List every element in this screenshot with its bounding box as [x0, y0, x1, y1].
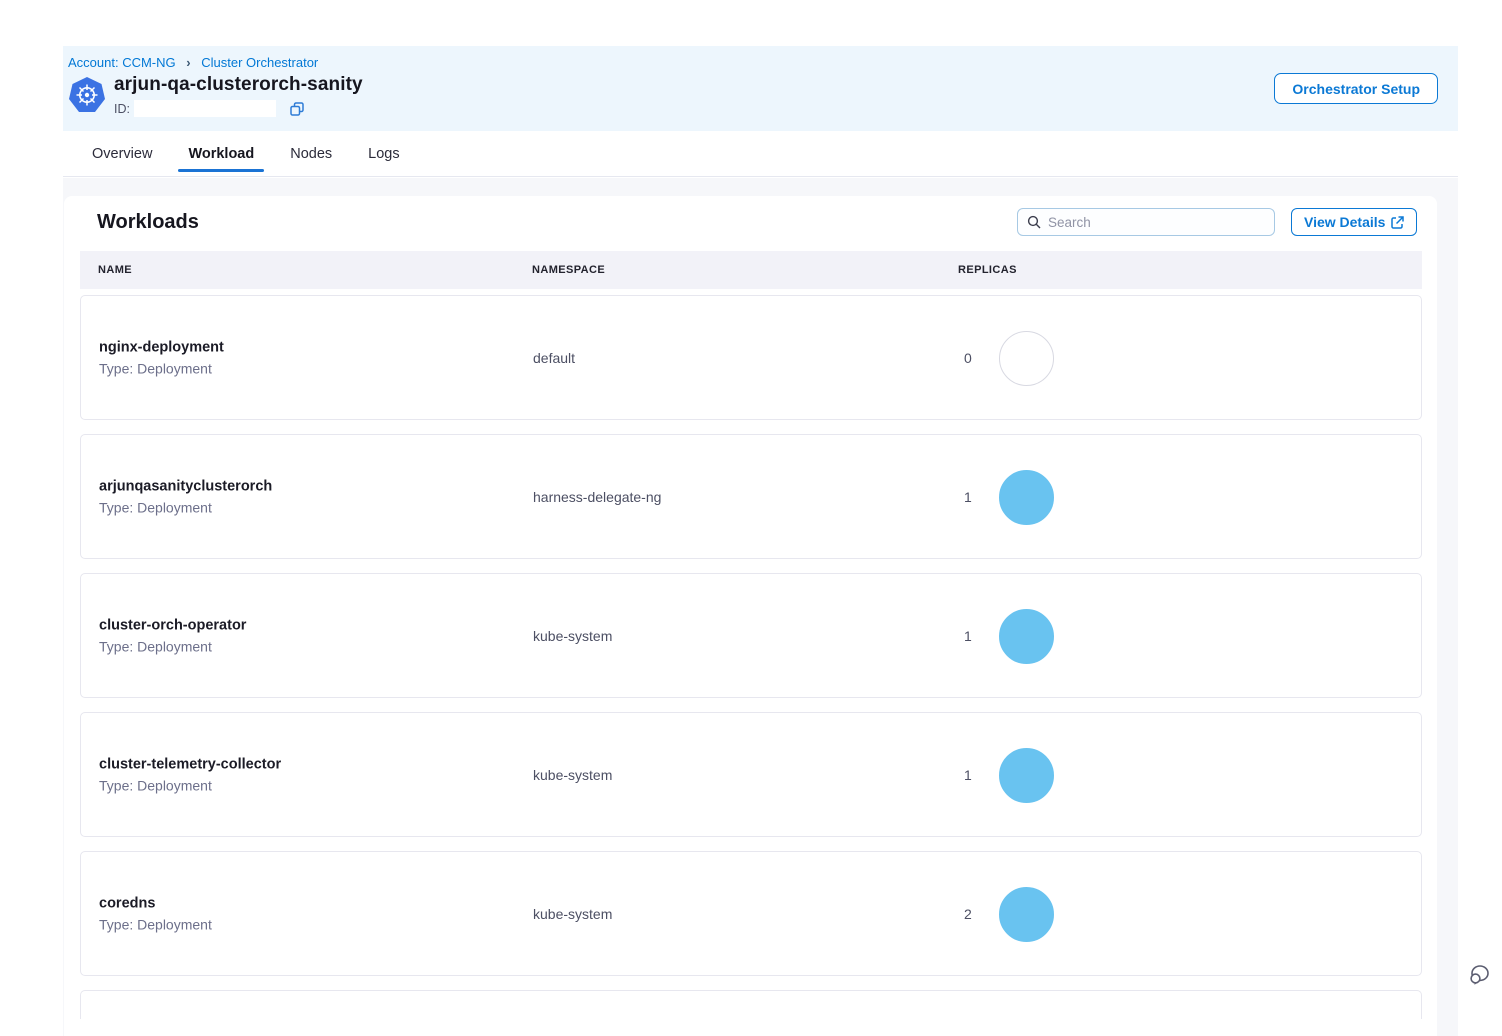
workloads-table-body: nginx-deployment Type: Deployment defaul…: [80, 295, 1422, 1033]
cluster-title-row: arjun-qa-clusterorch-sanity ID:: [68, 74, 363, 117]
workload-name: cluster-orch-operator: [99, 617, 246, 633]
cluster-id-redacted-value: [134, 100, 276, 117]
replicas-status-circle: [999, 887, 1054, 942]
workload-name-cell: coredns Type: Deployment: [99, 895, 212, 932]
table-row[interactable]: [80, 990, 1422, 1019]
table-row[interactable]: nginx-deployment Type: Deployment defaul…: [80, 295, 1422, 420]
workload-name: cluster-telemetry-collector: [99, 756, 281, 772]
search-input[interactable]: [1048, 215, 1265, 230]
table-row[interactable]: cluster-telemetry-collector Type: Deploy…: [80, 712, 1422, 837]
app-window: Account: CCM-NG › Cluster Orchestrator: [0, 0, 1502, 1036]
column-header-name: NAME: [98, 251, 132, 289]
workload-replicas-count: 1: [964, 489, 972, 505]
workload-type: Type: Deployment: [99, 499, 272, 515]
workload-name: nginx-deployment: [99, 339, 224, 355]
external-link-icon: [1391, 216, 1404, 229]
kubernetes-icon: [68, 76, 106, 114]
column-header-replicas: REPLICAS: [958, 251, 1017, 289]
cluster-id-label: ID:: [114, 102, 130, 116]
tab-nodes[interactable]: Nodes: [278, 131, 344, 177]
table-row[interactable]: coredns Type: Deployment kube-system 2: [80, 851, 1422, 976]
workload-replicas-count: 0: [964, 350, 972, 366]
workload-namespace: kube-system: [533, 906, 612, 922]
copy-icon[interactable]: [290, 102, 304, 116]
workload-replicas-count: 1: [964, 767, 972, 783]
replicas-status-circle: [999, 470, 1054, 525]
workloads-title: Workloads: [97, 211, 199, 234]
cluster-id-row: ID:: [114, 100, 363, 117]
cluster-header: Account: CCM-NG › Cluster Orchestrator: [63, 46, 1458, 131]
cluster-title-block: arjun-qa-clusterorch-sanity ID:: [114, 74, 363, 117]
view-details-button[interactable]: View Details: [1291, 208, 1417, 236]
column-header-namespace: NAMESPACE: [532, 251, 605, 289]
workload-type: Type: Deployment: [99, 360, 224, 376]
main-content: Workloads View Details: [63, 178, 1458, 1036]
replicas-status-circle: [999, 748, 1054, 803]
workload-name: arjunqasanityclusterorch: [99, 478, 272, 494]
chat-icon[interactable]: [1466, 960, 1494, 988]
orchestrator-setup-button[interactable]: Orchestrator Setup: [1274, 73, 1438, 104]
tab-bar: Overview Workload Nodes Logs: [63, 131, 1458, 177]
replicas-status-circle: [999, 609, 1054, 664]
cluster-orchestrator-page: Account: CCM-NG › Cluster Orchestrator: [63, 46, 1458, 1036]
workload-name: coredns: [99, 895, 212, 911]
table-header-row: NAME NAMESPACE REPLICAS: [80, 251, 1422, 289]
workload-name-cell: cluster-orch-operator Type: Deployment: [99, 617, 246, 654]
workload-type: Type: Deployment: [99, 916, 212, 932]
workload-namespace: kube-system: [533, 767, 612, 783]
workload-name-cell: nginx-deployment Type: Deployment: [99, 339, 224, 376]
workload-type: Type: Deployment: [99, 777, 281, 793]
workload-replicas-count: 1: [964, 628, 972, 644]
breadcrumb-account-link[interactable]: Account: CCM-NG: [68, 55, 176, 70]
tab-workload[interactable]: Workload: [176, 131, 266, 177]
workload-name-cell: cluster-telemetry-collector Type: Deploy…: [99, 756, 281, 793]
workloads-searchbox: [1017, 208, 1275, 236]
breadcrumb: Account: CCM-NG › Cluster Orchestrator: [68, 55, 318, 70]
view-details-label: View Details: [1304, 214, 1385, 230]
chevron-right-icon: ›: [186, 55, 190, 70]
page-title: arjun-qa-clusterorch-sanity: [114, 74, 363, 96]
workload-namespace: kube-system: [533, 628, 612, 644]
workload-type: Type: Deployment: [99, 638, 246, 654]
workloads-panel: Workloads View Details: [64, 196, 1437, 1036]
workload-replicas-count: 2: [964, 906, 972, 922]
breadcrumb-page-link[interactable]: Cluster Orchestrator: [201, 55, 318, 70]
workload-name-cell: arjunqasanityclusterorch Type: Deploymen…: [99, 478, 272, 515]
workload-namespace: default: [533, 350, 575, 366]
replicas-status-circle: [999, 331, 1054, 386]
workloads-panel-header: Workloads View Details: [64, 196, 1437, 252]
table-row[interactable]: cluster-orch-operator Type: Deployment k…: [80, 573, 1422, 698]
table-row[interactable]: arjunqasanityclusterorch Type: Deploymen…: [80, 434, 1422, 559]
search-icon: [1027, 215, 1041, 229]
tab-logs[interactable]: Logs: [356, 131, 411, 177]
workload-namespace: harness-delegate-ng: [533, 489, 661, 505]
tab-overview[interactable]: Overview: [80, 131, 164, 177]
